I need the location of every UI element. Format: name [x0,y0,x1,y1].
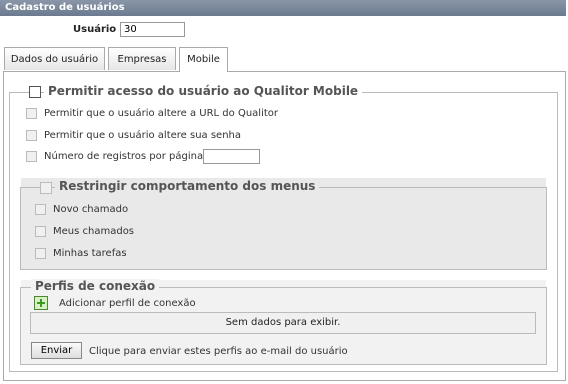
tab-mobile[interactable]: Mobile [179,47,228,72]
profiles-legend: Perfis de conexão [31,279,160,293]
records-per-page-label: Número de registros por página [44,151,204,162]
allow-password-change-checkbox[interactable] [26,130,37,141]
mobile-access-checkbox[interactable] [29,86,41,98]
add-profile-label[interactable]: Adicionar perfil de conexão [59,298,196,309]
menu-minhas-tarefas-label: Minhas tarefas [53,248,127,259]
allow-password-change-label: Permitir que o usuário altere sua senha [44,130,242,141]
tab-empresas[interactable]: Empresas [108,47,176,70]
send-button[interactable]: Enviar [31,342,82,359]
restrict-menus-checkbox[interactable] [40,182,52,194]
user-row: Usuário : [0,22,568,38]
tab-dados-do-usuario[interactable]: Dados do usuário [4,47,105,70]
restrict-menus-legend: Restringir comportamento dos menus [55,179,320,193]
allow-url-change-checkbox[interactable] [26,108,37,119]
menu-meus-chamados-checkbox[interactable] [35,226,46,237]
user-id-input[interactable] [120,22,185,37]
menu-minhas-tarefas-checkbox[interactable] [35,248,46,259]
user-label: Usuário : [73,24,124,35]
profiles-empty-grid: Sem dados para exibir. [30,312,536,334]
menu-novo-chamado-checkbox[interactable] [35,204,46,215]
mobile-access-legend: Permitir acesso do usuário ao Qualitor M… [44,84,363,98]
menu-meus-chamados-label: Meus chamados [53,226,135,237]
records-per-page-checkbox[interactable] [26,151,37,162]
allow-url-change-label: Permitir que o usuário altere a URL do Q… [44,108,278,119]
add-profile-icon[interactable] [34,296,48,310]
records-per-page-input[interactable] [203,149,260,164]
window-title: Cadastro de usuários [0,0,566,16]
menu-novo-chamado-label: Novo chamado [53,204,129,215]
send-hint: Clique para enviar estes perfis ao e-mai… [89,346,348,357]
